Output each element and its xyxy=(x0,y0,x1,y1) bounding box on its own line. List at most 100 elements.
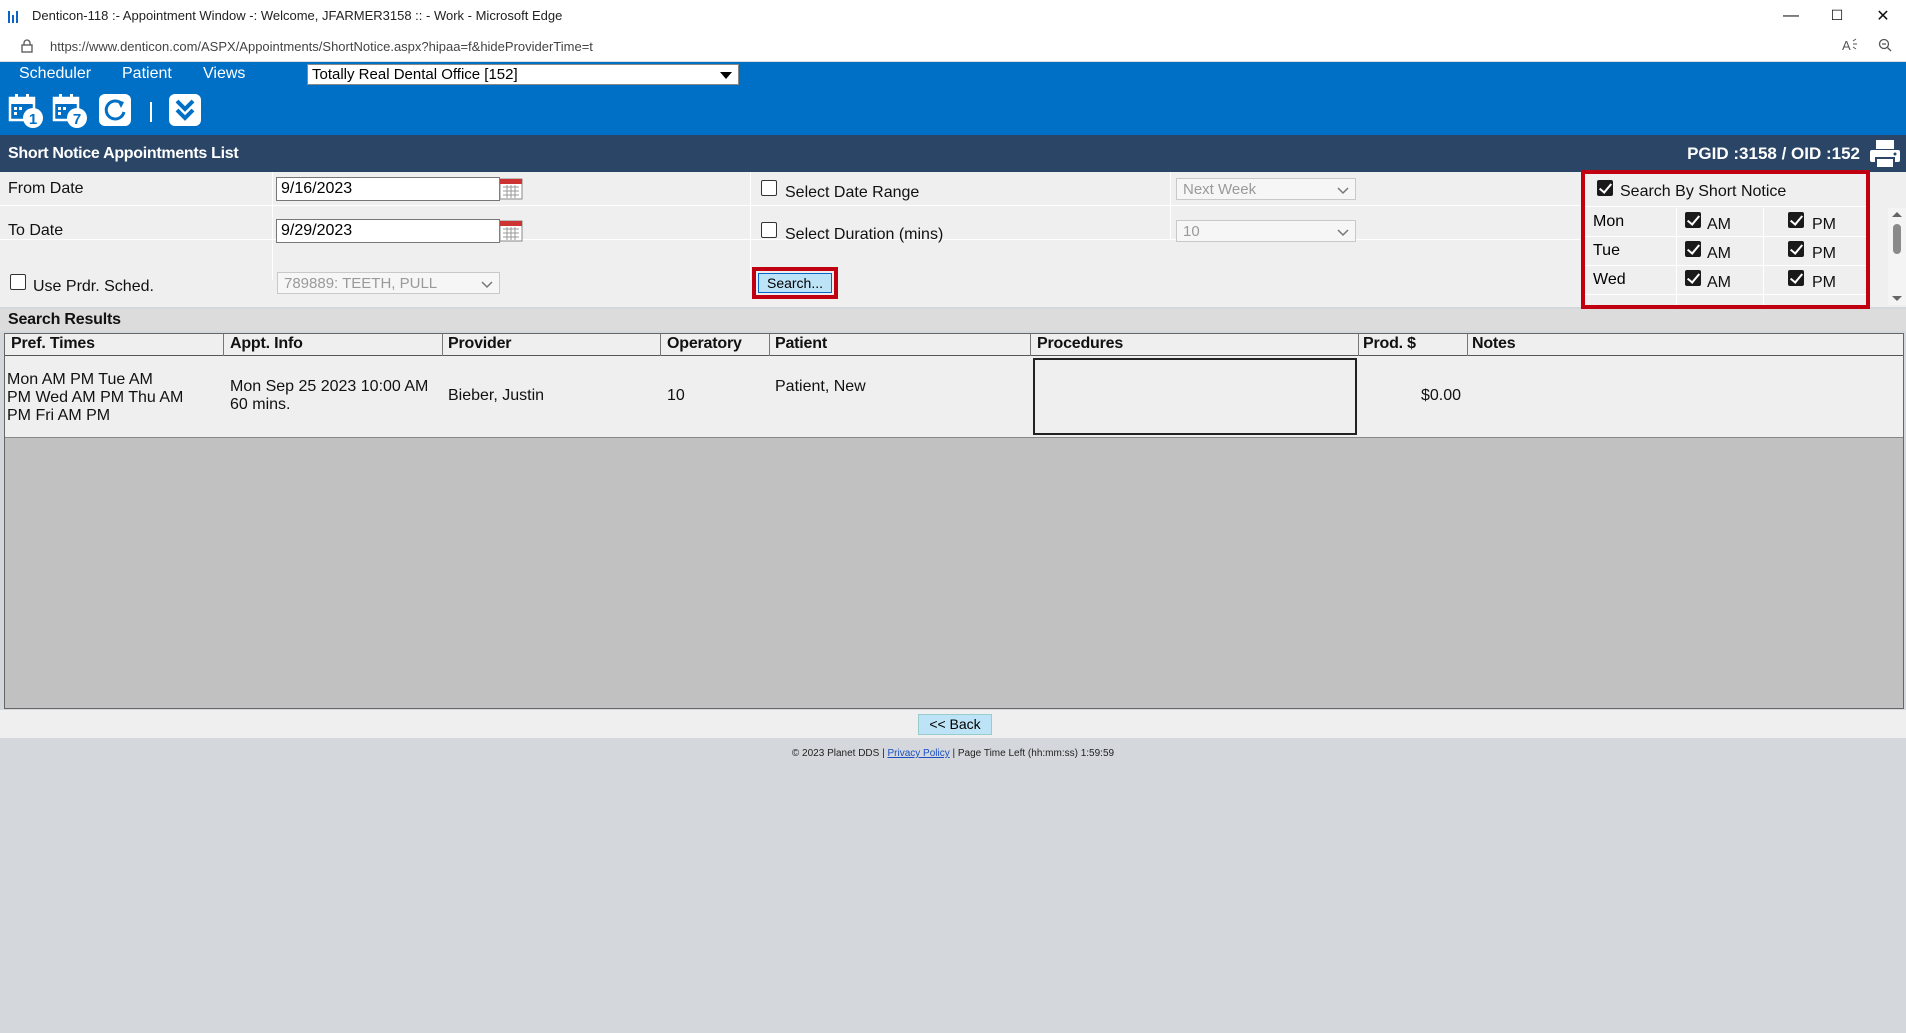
from-date-input[interactable] xyxy=(276,177,500,201)
select-duration-label: Select Duration (mins) xyxy=(785,226,944,243)
week-calendar-icon[interactable]: 7 xyxy=(52,93,88,129)
prod-cell: $0.00 xyxy=(1420,387,1461,404)
short-notice-row-mon: Mon AM PM xyxy=(1583,208,1870,237)
lock-icon[interactable] xyxy=(20,38,34,54)
dropdown-arrow-icon xyxy=(720,72,732,79)
window-title: Denticon-118 :- Appointment Window -: We… xyxy=(32,8,563,23)
pm-label: PM xyxy=(1812,245,1836,262)
privacy-policy-link[interactable]: Privacy Policy xyxy=(887,748,949,759)
office-select[interactable]: Totally Real Dental Office [152] xyxy=(307,64,739,85)
browser-title-bar: Denticon-118 :- Appointment Window -: We… xyxy=(0,0,1906,31)
maximize-button[interactable]: ☐ xyxy=(1814,0,1860,31)
close-window-button[interactable]: ✕ xyxy=(1860,0,1906,31)
to-date-calendar-icon[interactable] xyxy=(499,220,523,242)
procedures-cell xyxy=(1033,358,1357,435)
app-nav-bar: Scheduler Patient Views Totally Real Den… xyxy=(0,62,1906,135)
tue-am-checkbox[interactable] xyxy=(1685,241,1701,257)
appt-info-cell: Mon Sep 25 2023 10:00 AM 60 mins. xyxy=(230,378,429,413)
pm-label: PM xyxy=(1812,216,1836,233)
am-label: AM xyxy=(1707,245,1731,262)
search-button[interactable]: Search... xyxy=(758,273,832,293)
date-range-select[interactable]: Next Week xyxy=(1176,178,1356,200)
date-range-select-value: Next Week xyxy=(1183,181,1257,198)
from-date-label: From Date xyxy=(8,180,84,197)
chevron-down-icon xyxy=(481,277,493,289)
page-time-left: | Page Time Left (hh:mm:ss) 1:59:59 xyxy=(949,748,1115,759)
menu-scheduler[interactable]: Scheduler xyxy=(19,62,91,86)
mon-am-checkbox[interactable] xyxy=(1685,212,1701,228)
day-calendar-icon[interactable]: 1 xyxy=(8,93,44,129)
page-footer: © 2023 Planet DDS | Privacy Policy | Pag… xyxy=(0,748,1906,759)
back-button[interactable]: << Back xyxy=(918,714,992,735)
use-prdr-checkbox[interactable] xyxy=(10,274,26,290)
table-row[interactable]: Mon AM PM Tue AM PM Wed AM PM Thu AM PM … xyxy=(5,356,1903,438)
page-title: Short Notice Appointments List xyxy=(8,145,239,162)
menu-views[interactable]: Views xyxy=(203,62,245,86)
operatory-cell: 10 xyxy=(667,387,685,404)
search-button-highlight: Search... xyxy=(752,267,838,299)
pref-times-cell: Mon AM PM Tue AM PM Wed AM PM Thu AM PM … xyxy=(7,371,184,424)
col-pref-times[interactable]: Pref. Times xyxy=(11,335,95,353)
refresh-icon[interactable] xyxy=(98,93,134,129)
svg-text:7: 7 xyxy=(73,111,81,128)
provider-select-value: 789889: TEETH, PULL xyxy=(284,275,438,292)
use-prdr-label: Use Prdr. Sched. xyxy=(33,278,154,295)
day-label: Tue xyxy=(1593,242,1620,259)
wed-pm-checkbox[interactable] xyxy=(1788,270,1804,286)
patient-cell[interactable]: Patient, New xyxy=(775,378,866,396)
url-field[interactable]: https://www.denticon.com/ASPX/Appointmen… xyxy=(50,39,593,54)
search-by-short-notice-label: Search By Short Notice xyxy=(1620,183,1787,200)
short-notice-panel: Search By Short Notice Mon AM PM Tue AM … xyxy=(1583,172,1906,307)
office-select-value: Totally Real Dental Office [152] xyxy=(312,66,518,83)
minimize-button[interactable]: — xyxy=(1768,0,1814,31)
read-aloud-icon[interactable]: A xyxy=(1842,38,1858,55)
wed-am-checkbox[interactable] xyxy=(1685,270,1701,286)
search-by-short-notice-checkbox[interactable] xyxy=(1597,180,1613,196)
provider-cell: Bieber, Justin xyxy=(448,387,545,404)
select-duration-checkbox[interactable] xyxy=(761,222,777,238)
col-provider[interactable]: Provider xyxy=(448,335,512,353)
results-grid-header: Pref. Times Appt. Info Provider Operator… xyxy=(5,334,1903,356)
address-bar: https://www.denticon.com/ASPX/Appointmen… xyxy=(0,31,1906,62)
short-notice-header: Search By Short Notice xyxy=(1583,172,1870,207)
select-date-range-label: Select Date Range xyxy=(785,184,920,201)
chevron-down-icon xyxy=(1337,225,1349,237)
copyright-text: © 2023 Planet DDS | xyxy=(791,748,888,759)
scroll-thumb[interactable] xyxy=(1893,224,1901,254)
short-notice-row-tue: Tue AM PM xyxy=(1583,237,1870,266)
col-operatory[interactable]: Operatory xyxy=(667,335,742,353)
printer-icon[interactable] xyxy=(1868,138,1902,170)
provider-select[interactable]: 789889: TEETH, PULL xyxy=(277,272,500,294)
chevron-down-icon xyxy=(1337,183,1349,195)
tue-pm-checkbox[interactable] xyxy=(1788,241,1804,257)
duration-select[interactable]: 10 xyxy=(1176,220,1356,242)
col-notes[interactable]: Notes xyxy=(1472,335,1516,353)
expand-down-icon[interactable] xyxy=(168,93,204,129)
mon-pm-checkbox[interactable] xyxy=(1788,212,1804,228)
to-date-input[interactable] xyxy=(276,219,500,243)
col-patient[interactable]: Patient xyxy=(775,335,827,353)
col-appt-info[interactable]: Appt. Info xyxy=(230,335,303,353)
menu-patient[interactable]: Patient xyxy=(122,62,172,86)
day-label: Mon xyxy=(1593,213,1625,230)
results-grid: Pref. Times Appt. Info Provider Operator… xyxy=(4,333,1904,709)
zoom-icon[interactable] xyxy=(1878,38,1892,55)
from-date-calendar-icon[interactable] xyxy=(499,178,523,200)
back-bar: << Back xyxy=(0,710,1906,738)
svg-text:A: A xyxy=(1842,38,1851,52)
short-notice-scrollbar[interactable] xyxy=(1888,208,1906,305)
col-prod[interactable]: Prod. $ xyxy=(1363,335,1416,353)
short-notice-row-wed: Wed AM PM xyxy=(1583,266,1870,295)
col-procedures[interactable]: Procedures xyxy=(1037,335,1123,353)
section-header: Short Notice Appointments List PGID :315… xyxy=(0,135,1906,172)
select-date-range-checkbox[interactable] xyxy=(761,180,777,196)
scroll-up-icon[interactable] xyxy=(1892,212,1902,217)
to-date-label: To Date xyxy=(8,222,64,239)
search-results-title: Search Results xyxy=(8,311,121,328)
pgid-oid-label: PGID :3158 / OID :152 xyxy=(1687,144,1860,163)
am-label: AM xyxy=(1707,274,1731,291)
svg-text:1: 1 xyxy=(29,111,37,128)
scroll-down-icon[interactable] xyxy=(1892,296,1902,301)
am-label: AM xyxy=(1707,216,1731,233)
denticon-app-icon xyxy=(8,9,22,23)
